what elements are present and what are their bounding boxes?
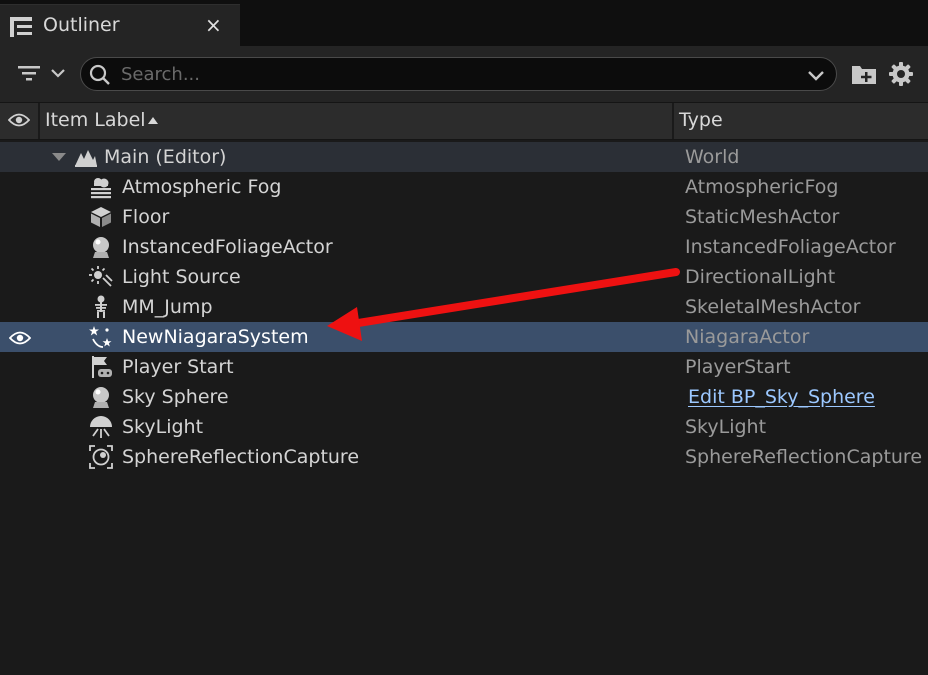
tree-row-label: Atmospheric Fog <box>122 176 282 198</box>
skylight-icon <box>90 416 112 438</box>
tree-row-type: World <box>685 146 740 168</box>
chevron-down-icon[interactable] <box>806 65 826 85</box>
search-input[interactable] <box>121 61 781 87</box>
sort-ascending-icon <box>148 117 158 124</box>
edit-blueprint-link[interactable]: Edit BP_Sky_Sphere <box>688 386 875 408</box>
add-folder-icon[interactable] <box>851 63 877 85</box>
search-icon <box>89 64 110 85</box>
tree-row[interactable]: SphereReflectionCapture SphereReflection… <box>0 442 928 472</box>
tree-row-label: NewNiagaraSystem <box>122 326 309 348</box>
eye-icon[interactable] <box>9 330 31 346</box>
tree-row-label: Floor <box>122 206 170 228</box>
reflection-capture-icon <box>89 445 113 469</box>
tree-row-label: SphereReflectionCapture <box>122 446 360 468</box>
tree-row[interactable]: Sky Sphere Edit BP_Sky_Sphere <box>0 382 928 412</box>
world-icon <box>75 150 97 167</box>
outliner-icon <box>10 17 32 37</box>
tree-row[interactable]: Atmospheric Fog AtmosphericFog <box>0 172 928 202</box>
search-box <box>80 57 837 91</box>
visibility-column-header[interactable] <box>0 103 40 139</box>
tree-row[interactable]: Light Source DirectionalLight <box>0 262 928 292</box>
tree-row-type: InstancedFoliageActor <box>685 236 896 258</box>
tree-row-type: NiagaraActor <box>685 326 810 348</box>
tree-row-type: SkeletalMeshActor <box>685 296 861 318</box>
fog-icon <box>91 178 111 199</box>
niagara-icon <box>89 326 112 348</box>
skeleton-icon <box>95 295 107 318</box>
tree-row-type: SkyLight <box>685 416 767 438</box>
tree-row-type: PlayerStart <box>685 356 791 378</box>
tree-row[interactable]: Player Start PlayerStart <box>0 352 928 382</box>
tree-row-label: Player Start <box>122 356 234 378</box>
tree-row[interactable]: Floor StaticMeshActor <box>0 202 928 232</box>
directional-light-icon <box>89 266 113 287</box>
tree-row-label: Main (Editor) <box>104 146 227 168</box>
tree-row-label: SkyLight <box>122 416 204 438</box>
tree-row-label: Sky Sphere <box>122 386 229 408</box>
close-icon[interactable]: × <box>205 13 222 37</box>
type-column-header[interactable]: Type <box>679 109 723 131</box>
static-mesh-icon <box>91 207 111 227</box>
item-label-column-header[interactable]: Item Label <box>45 109 146 131</box>
tree-row-type: AtmosphericFog <box>685 176 839 198</box>
eye-icon <box>8 113 30 127</box>
foliage-icon <box>93 237 109 258</box>
expander-arrow-icon[interactable] <box>52 153 66 161</box>
filter-icon[interactable] <box>18 61 68 87</box>
tree-row[interactable]: SkyLight SkyLight <box>0 412 928 442</box>
gear-icon[interactable] <box>888 61 914 87</box>
tree-row-label: MM_Jump <box>122 296 213 318</box>
tree-row[interactable]: InstancedFoliageActor InstancedFoliageAc… <box>0 232 928 262</box>
tab-title: Outliner <box>43 14 120 36</box>
tree-row-selected[interactable]: NewNiagaraSystem NiagaraActor <box>0 322 928 352</box>
tab-outliner[interactable]: Outliner × <box>0 4 240 46</box>
tree-row-type: DirectionalLight <box>685 266 836 288</box>
sky-sphere-icon <box>93 387 109 408</box>
tree-row-world[interactable]: Main (Editor) World <box>0 142 928 172</box>
tree-row[interactable]: MM_Jump SkeletalMeshActor <box>0 292 928 322</box>
tab-strip: Outliner × <box>0 0 928 46</box>
tree-row-label: Light Source <box>122 266 241 288</box>
column-header: Item Label Type <box>0 102 928 140</box>
tree-row-label: InstancedFoliageActor <box>122 236 333 258</box>
player-start-icon <box>92 356 112 378</box>
tree-row-type: SphereReflectionCapture <box>685 446 923 468</box>
column-divider[interactable] <box>672 103 674 139</box>
tree-row-type: StaticMeshActor <box>685 206 840 228</box>
toolbar <box>0 46 928 102</box>
